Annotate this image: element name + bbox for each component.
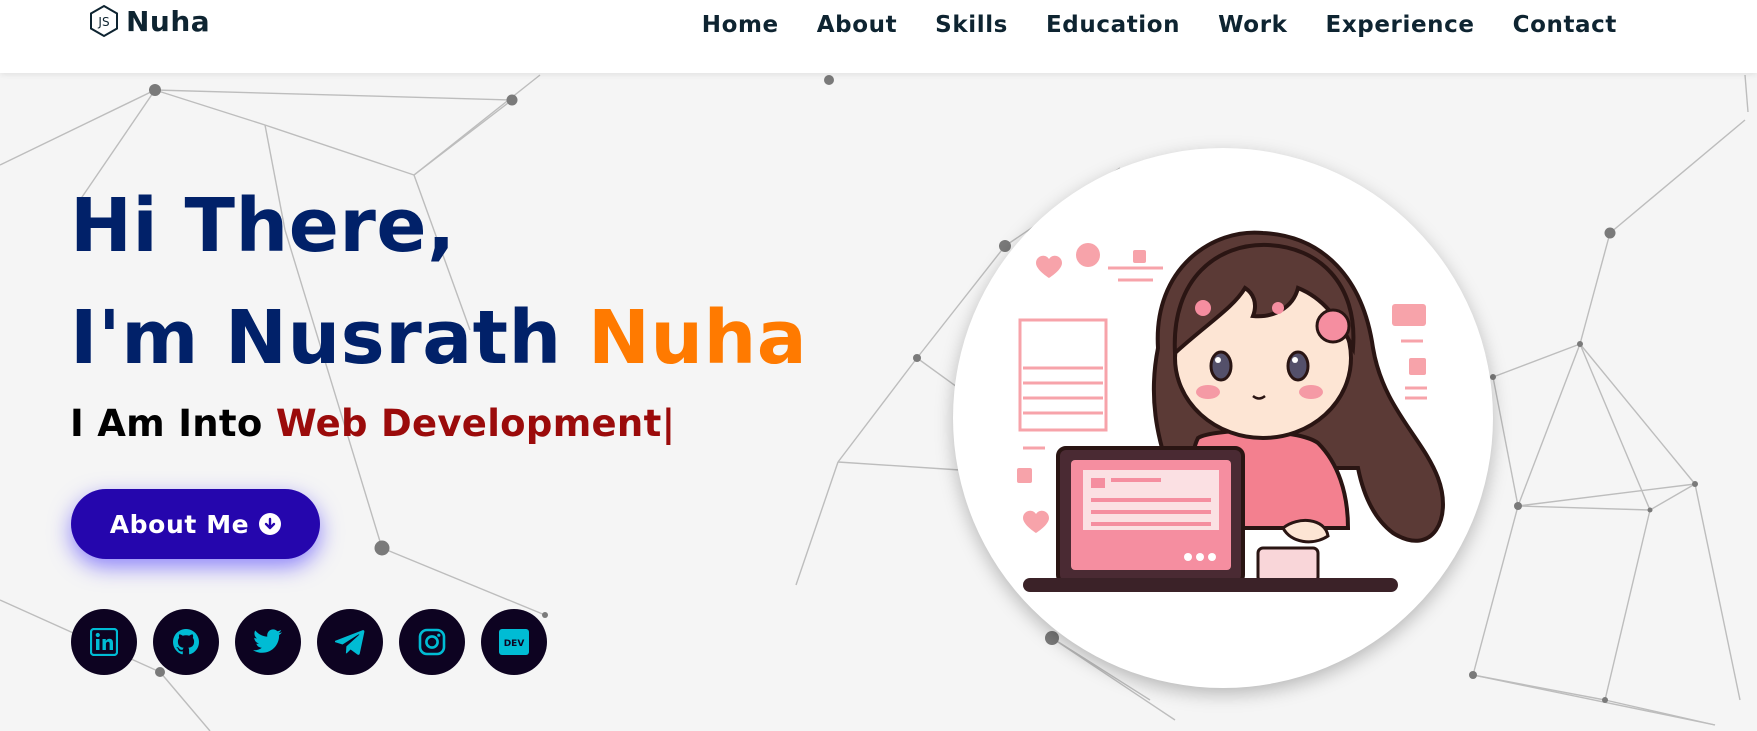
linkedin-link[interactable] xyxy=(71,609,137,675)
github-link[interactable] xyxy=(153,609,219,675)
about-me-button[interactable]: About Me xyxy=(71,489,320,559)
js-hexagon-icon: JS xyxy=(90,4,118,38)
arrow-down-circle-icon xyxy=(259,513,282,535)
hero-greeting: Hi There, xyxy=(70,183,456,269)
nav-experience[interactable]: Experience xyxy=(1326,12,1475,38)
nav-work[interactable]: Work xyxy=(1218,12,1287,38)
logo-text: Nuha xyxy=(126,4,211,38)
dev-label: DEV xyxy=(504,639,525,649)
about-me-label: About Me xyxy=(109,509,250,539)
instagram-icon xyxy=(418,628,446,656)
hero-heading: Hi There, I'm Nusrath Nuha xyxy=(70,170,807,394)
typing-role: Web Development| xyxy=(275,402,676,445)
avatar-illustration xyxy=(953,148,1493,688)
hero-section: Hi There, I'm Nusrath Nuha I Am Into Web… xyxy=(70,170,807,445)
main-nav: Home About Skills Education Work Experie… xyxy=(702,0,1617,50)
telegram-link[interactable] xyxy=(317,609,383,675)
nav-home[interactable]: Home xyxy=(702,12,779,38)
nav-skills[interactable]: Skills xyxy=(935,12,1008,38)
logo[interactable]: JS Nuha xyxy=(88,4,210,38)
telegram-icon xyxy=(335,630,365,655)
twitter-link[interactable] xyxy=(235,609,301,675)
twitter-icon xyxy=(253,629,282,653)
nav-education[interactable]: Education xyxy=(1046,12,1180,38)
instagram-link[interactable] xyxy=(399,609,465,675)
nav-about[interactable]: About xyxy=(817,12,897,38)
linkedin-icon xyxy=(90,628,118,656)
typing-prefix: I Am Into xyxy=(70,402,276,445)
hero-name-prefix: I'm Nusrath xyxy=(70,295,588,381)
nav-contact[interactable]: Contact xyxy=(1513,12,1617,38)
hero-name-accent: Nuha xyxy=(587,295,808,381)
github-icon xyxy=(173,629,199,655)
dev-icon: DEV xyxy=(499,629,529,655)
girl-laptop-illustration xyxy=(1017,230,1445,592)
top-navbar: JS Nuha Home About Skills Education Work… xyxy=(0,0,1757,73)
typing-text: I Am Into Web Development| xyxy=(70,402,807,445)
social-links: DEV xyxy=(71,609,547,675)
svg-text:JS: JS xyxy=(97,15,109,29)
dev-link[interactable]: DEV xyxy=(481,609,547,675)
